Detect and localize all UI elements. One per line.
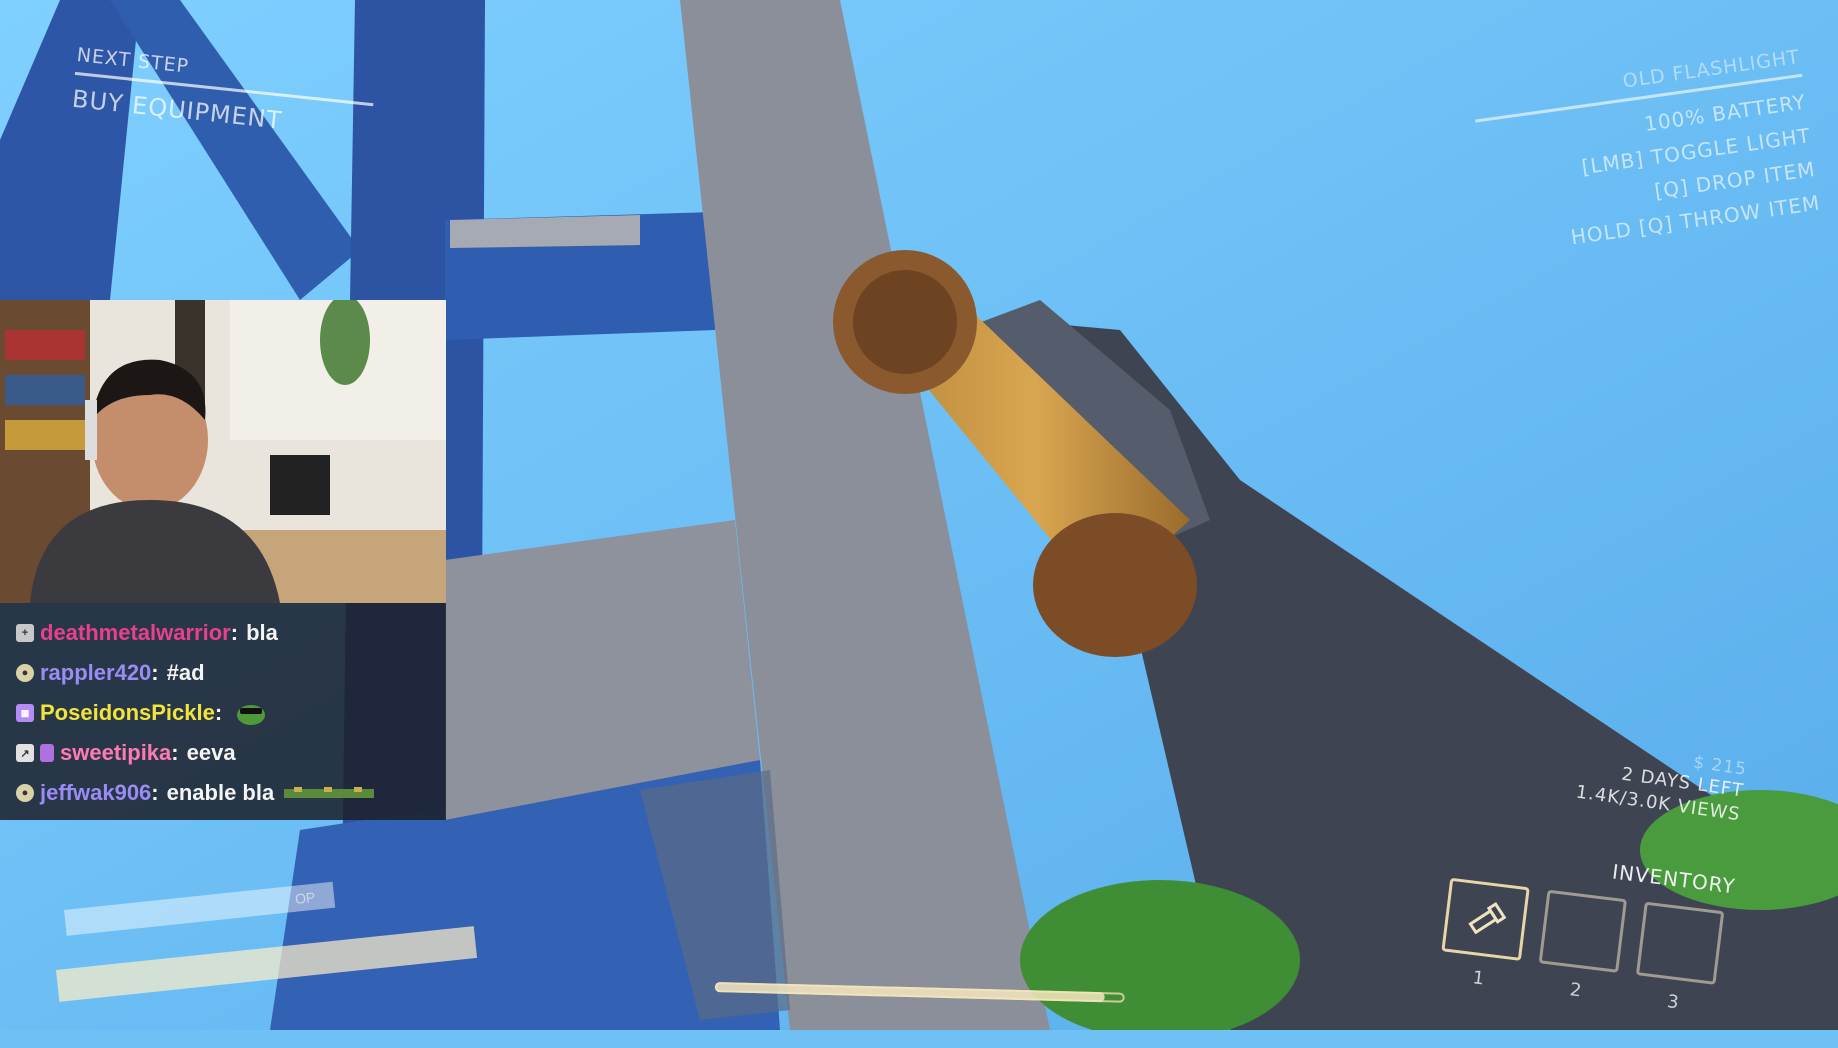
chat-text: eeva	[186, 740, 236, 765]
chat-username[interactable]: PoseidonsPickle	[40, 700, 215, 726]
concrete-top	[450, 215, 640, 248]
chat-message: + deathmetalwarrior : bla	[0, 613, 446, 653]
frog-emote-icon	[237, 705, 266, 725]
chat-message: ● jeffwak906 : enable bla	[0, 773, 446, 813]
primary-bar	[56, 926, 478, 1002]
gift-badge-icon	[40, 744, 54, 762]
slot-number: 3	[1665, 991, 1680, 1014]
chat-username[interactable]: sweetipika	[60, 740, 171, 766]
cabinet	[270, 455, 330, 515]
slot-number: 2	[1568, 979, 1583, 1002]
chat-username[interactable]: jeffwak906	[40, 780, 151, 806]
chat-username[interactable]: rappler420	[40, 660, 151, 686]
health-bars: OP	[50, 881, 490, 1020]
chat-text: bla	[246, 620, 278, 645]
flashlight-icon	[1468, 901, 1507, 935]
emote-strip-icon	[284, 787, 375, 798]
chat-message: ▦ PoseidonsPickle :	[0, 693, 446, 733]
chat-message: ↗ sweetipika : eeva	[0, 733, 446, 773]
plus-badge-icon: +	[16, 624, 34, 642]
inventory-slot-2[interactable]	[1538, 889, 1628, 973]
chat-username[interactable]: deathmetalwarrior	[40, 620, 231, 646]
secondary-bar	[64, 881, 336, 936]
streamer-webcam	[0, 300, 446, 603]
chat-text: #ad	[166, 660, 205, 685]
bar-tag: OP	[294, 888, 317, 908]
coin-badge-icon: ●	[16, 664, 34, 682]
calendar-badge-icon: ▦	[16, 704, 34, 722]
chat-message: ● rappler420 : #ad	[0, 653, 446, 693]
chart-badge-icon: ↗	[16, 744, 34, 762]
headphones	[85, 400, 97, 460]
inventory-slot-3[interactable]	[1635, 901, 1725, 985]
coin-badge-icon: ●	[16, 784, 34, 802]
chat-text: enable bla	[166, 780, 275, 805]
stream-chat: + deathmetalwarrior : bla ● rappler420 :…	[0, 603, 446, 820]
slot-number: 1	[1471, 967, 1486, 990]
inventory-slot-1[interactable]	[1441, 877, 1530, 961]
